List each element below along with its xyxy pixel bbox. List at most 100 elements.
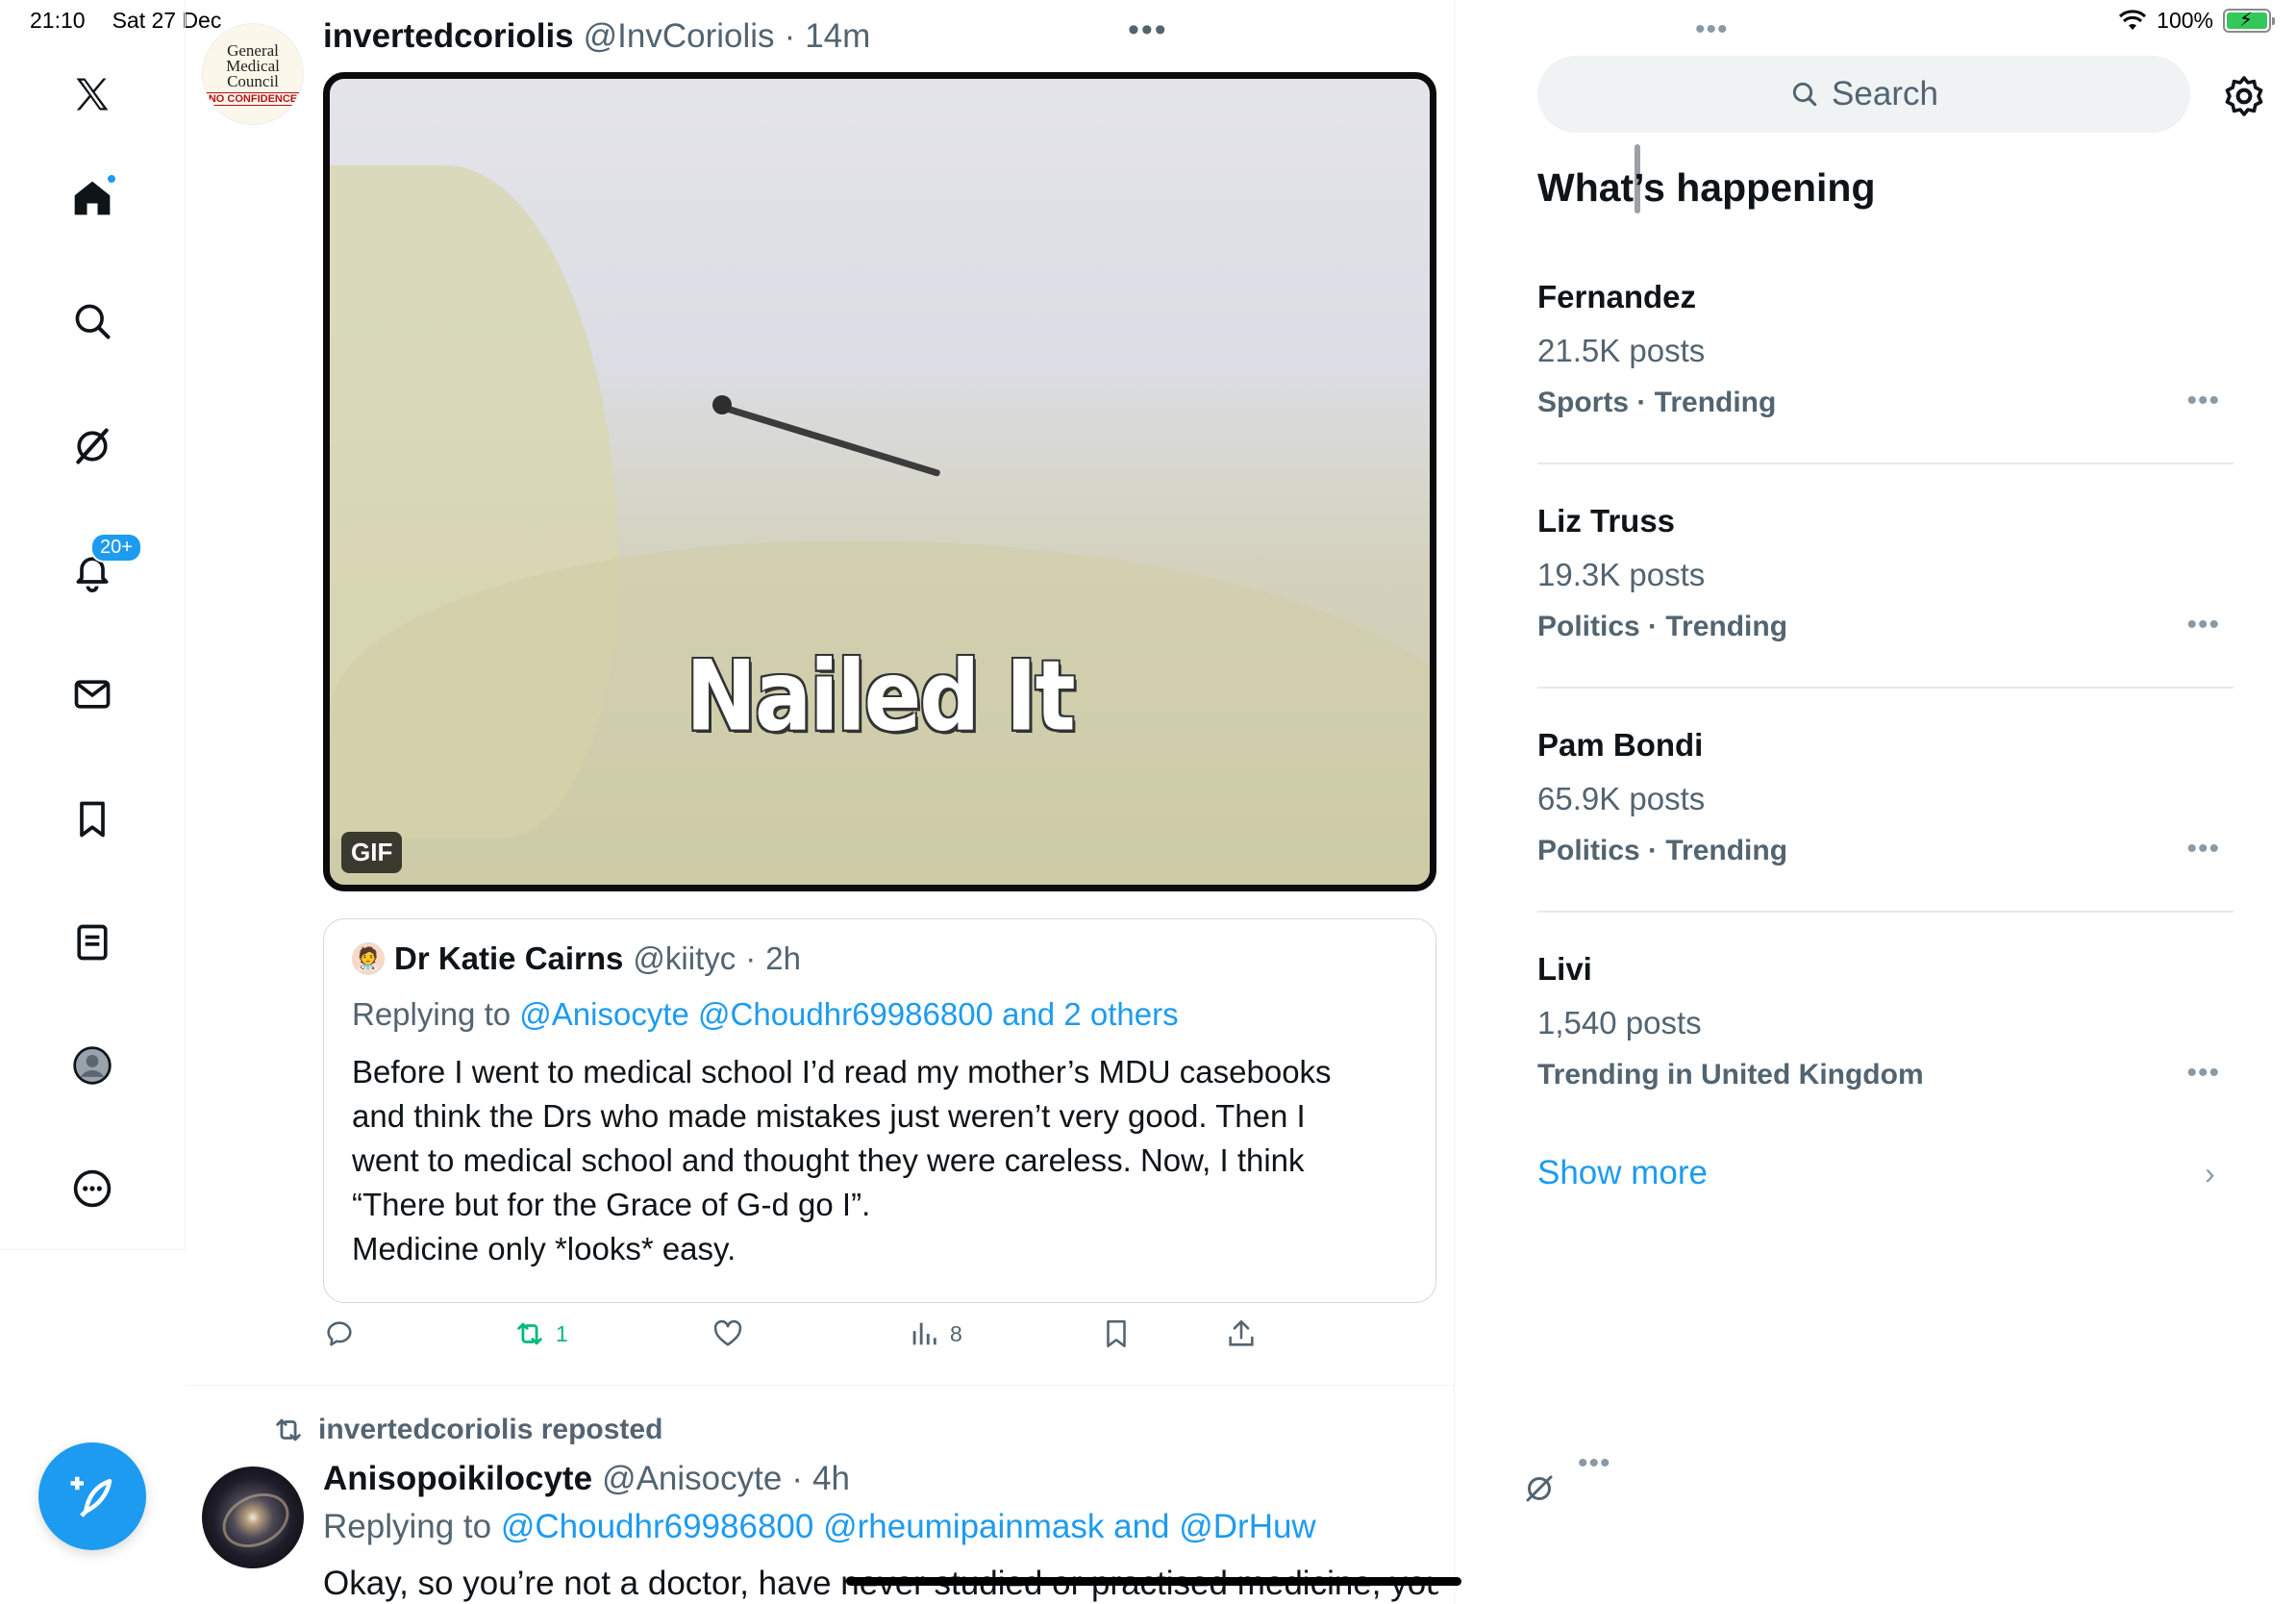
replying-to-links[interactable]: @Choudhr69986800 @rheumipainmask and @Dr… [501, 1508, 1316, 1545]
trend-category: Sports · Trending [1537, 387, 1777, 418]
author-name[interactable]: Anisopoikilocyte [323, 1460, 592, 1498]
quote-line: and think the Drs who made mistakes just… [352, 1098, 1306, 1134]
trend-item[interactable]: Liz Truss 19.3K posts Politics · Trendin… [1537, 503, 2234, 643]
search-icon [1792, 82, 1817, 107]
replying-to-links[interactable]: @Anisocyte @Choudhr69986800 and 2 others [519, 996, 1178, 1032]
trend-divider [1537, 911, 2234, 913]
trend-category: Politics · Trending [1537, 611, 1788, 642]
feather-plus-icon [70, 1476, 112, 1517]
x-logo-icon[interactable] [65, 67, 119, 121]
trend-item[interactable]: Pam Bondi 65.9K posts Politics · Trendin… [1537, 727, 2234, 867]
quoted-post[interactable]: 🧑‍⚕️ Dr Katie Cairns @kiityc · 2h Replyi… [323, 918, 1436, 1303]
wifi-icon [2119, 9, 2147, 30]
quote-line: Medicine only *looks* easy. [352, 1231, 736, 1266]
post-gif[interactable]: Nailed It GIF [323, 72, 1436, 891]
reply-button[interactable] [323, 1317, 356, 1350]
trend-item[interactable]: Livi 1,540 posts Trending in United King… [1537, 951, 2234, 1091]
compose-post-button[interactable] [38, 1442, 146, 1550]
quote-body: Before I went to medical school I’d read… [352, 1050, 1408, 1271]
quote-line: went to medical school and thought they … [352, 1142, 1305, 1178]
author-name[interactable]: invertedcoriolis [323, 17, 574, 56]
replying-to: Replying to @Choudhr69986800 @rheumipain… [323, 1508, 1316, 1546]
post-divider [186, 1385, 1455, 1386]
avatar-stamp: NO CONFIDENCE [204, 91, 302, 106]
multitask-dots-icon[interactable]: ••• [1128, 12, 1168, 49]
grok-icon[interactable] [65, 419, 119, 473]
repost-button[interactable]: 1 [513, 1317, 568, 1350]
share-icon [1229, 1319, 1254, 1346]
post-header: Anisopoikilocyte @Anisocyte · 4h [323, 1460, 850, 1498]
show-more-link[interactable]: Show more [1537, 1154, 1708, 1192]
bookmark-icon[interactable] [65, 792, 119, 846]
quote-avatar[interactable]: 🧑‍⚕️ [352, 942, 385, 975]
nail-graphic [717, 403, 941, 478]
quote-line: Before I went to medical school I’d read… [352, 1054, 1332, 1090]
trend-more-icon[interactable]: ••• [2186, 1057, 2220, 1090]
more-icon[interactable] [65, 1162, 119, 1216]
quote-author-handle[interactable]: @kiityc [633, 940, 736, 977]
views-count: 8 [950, 1320, 962, 1346]
trend-more-icon[interactable]: ••• [2186, 833, 2220, 865]
share-button[interactable] [1225, 1317, 1258, 1350]
repost-count: 1 [556, 1320, 568, 1346]
quote-dot-separator: · [745, 940, 757, 976]
home-unread-dot [106, 173, 117, 185]
heart-icon [713, 1319, 742, 1346]
post-actions: 1 8 [323, 1317, 1436, 1366]
trend-name: Fernandez [1537, 279, 1697, 314]
quote-header: 🧑‍⚕️ Dr Katie Cairns @kiityc · 2h [352, 940, 1408, 977]
trend-more-icon[interactable]: ••• [2186, 385, 2220, 417]
repost-icon [276, 1418, 301, 1441]
quote-replying-to: Replying to @Anisocyte @Choudhr69986800 … [352, 996, 1408, 1033]
views-button[interactable]: 8 [908, 1317, 962, 1350]
avatar-invertedcoriolis[interactable]: General Medical Council NO CONFIDENCE [202, 23, 304, 125]
trend-posts: 21.5K posts [1537, 333, 1706, 368]
home-icon[interactable] [65, 171, 119, 225]
views-chart-icon [912, 1322, 936, 1345]
grok-icon[interactable] [1522, 1471, 1560, 1510]
replying-prefix: Replying to [323, 1508, 492, 1545]
author-handle[interactable]: @InvCoriolis [584, 17, 775, 56]
post-time[interactable]: 4h [812, 1460, 850, 1498]
profile-icon[interactable] [65, 1039, 119, 1092]
replying-prefix: Replying to [352, 996, 512, 1032]
trend-name: Pam Bondi [1537, 727, 1704, 763]
list-icon[interactable] [65, 915, 119, 969]
post-time[interactable]: 14m [805, 17, 870, 56]
post-more-icon[interactable]: ••• [1578, 1447, 1611, 1480]
repost-indicator: invertedcoriolis reposted [272, 1414, 662, 1446]
search-icon[interactable] [65, 294, 119, 348]
quote-author-name[interactable]: Dr Katie Cairns [394, 940, 623, 977]
nail-head-graphic [712, 395, 732, 414]
author-handle[interactable]: @Anisocyte [602, 1460, 782, 1498]
bell-icon[interactable]: 20+ [65, 533, 142, 598]
bookmark-post-button[interactable] [1100, 1317, 1133, 1350]
mail-icon[interactable] [65, 667, 119, 721]
chevron-right-icon[interactable]: › [2205, 1156, 2215, 1191]
trend-more-icon[interactable]: ••• [2186, 609, 2220, 641]
home-indicator[interactable] [846, 1577, 1461, 1586]
notifications-badge: 20+ [90, 533, 142, 563]
dot-separator: · [784, 17, 796, 55]
trend-posts: 65.9K posts [1537, 781, 1706, 816]
timeline: ••• General Medical Council NO CONFIDENC… [186, 0, 1728, 1604]
dot-separator: · [791, 1460, 803, 1497]
whats-happening-title: What’s happening [1537, 165, 1876, 210]
status-bar-right: 100% ⚡ [2118, 8, 2275, 34]
reply-icon [327, 1321, 352, 1346]
trend-posts: 1,540 posts [1537, 1005, 1702, 1040]
like-button[interactable] [711, 1317, 744, 1350]
trend-item[interactable]: Fernandez 21.5K posts Sports · Trending … [1537, 279, 2234, 419]
quote-line: “There but for the Grace of G-d go I”. [352, 1187, 871, 1222]
post-more-icon[interactable]: ••• [1695, 13, 1729, 46]
repost-label[interactable]: invertedcoriolis reposted [318, 1414, 662, 1446]
repost-icon [517, 1322, 542, 1345]
trend-divider [1537, 687, 2234, 689]
bookmark-icon [1107, 1319, 1126, 1348]
trend-category: Trending in United Kingdom [1537, 1059, 1924, 1090]
avatar-anisopoikilocyte[interactable] [202, 1466, 304, 1568]
search-input[interactable]: Search [1537, 56, 2190, 133]
left-nav: 20+ [0, 0, 186, 1250]
gear-icon[interactable] [2221, 73, 2267, 119]
avatar-text-line-3: Council [227, 71, 279, 90]
